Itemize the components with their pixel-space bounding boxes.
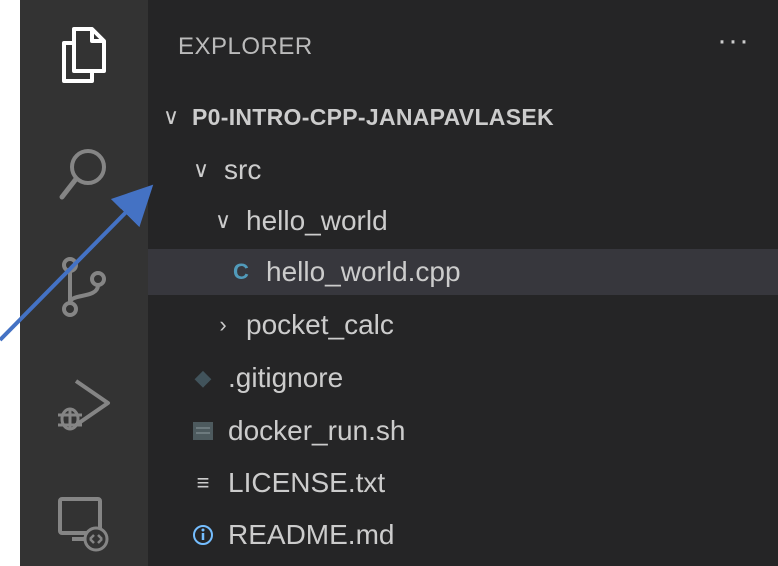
annotation-arrow	[0, 184, 154, 342]
